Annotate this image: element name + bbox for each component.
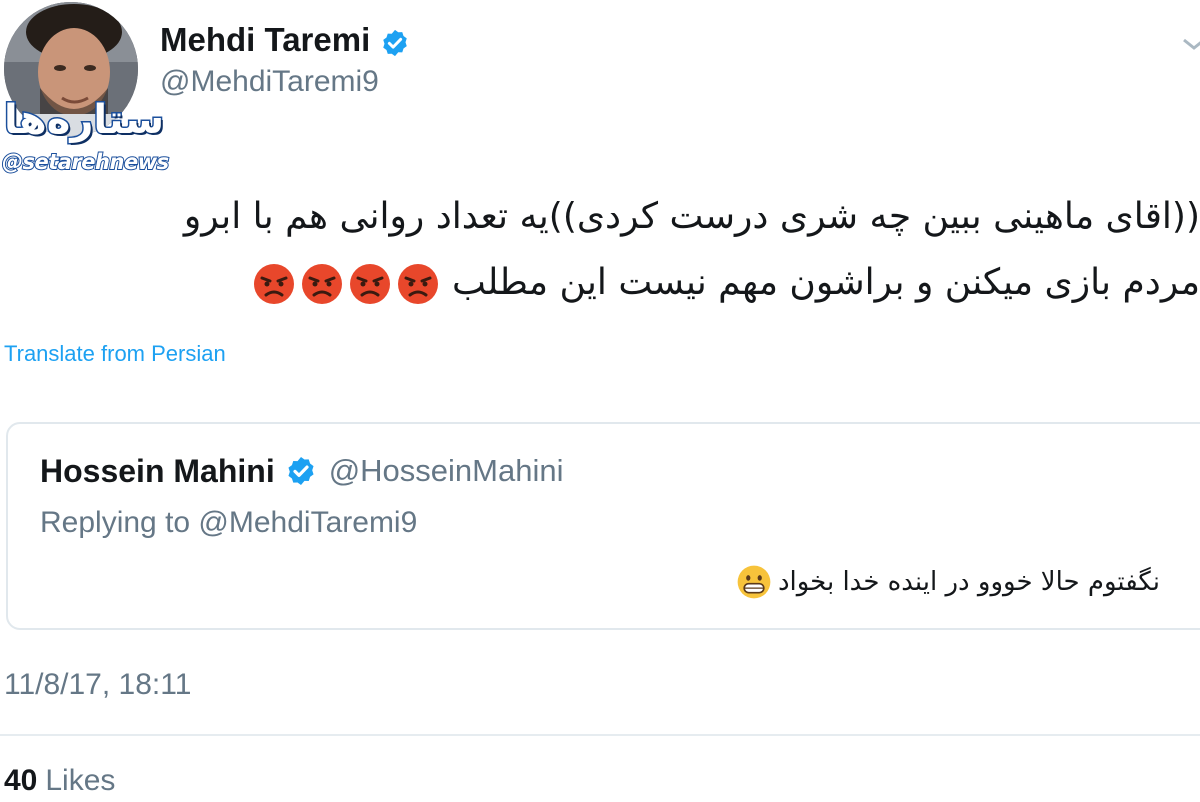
chevron-down-icon[interactable] <box>1176 28 1200 58</box>
pouting-face-icon <box>349 264 390 304</box>
author-handle[interactable]: @MehdiTaremi9 <box>160 62 379 102</box>
author-name-row[interactable]: Mehdi Taremi <box>160 18 410 62</box>
pouting-face-icon <box>301 264 342 304</box>
likes-label: Likes <box>45 764 116 797</box>
translate-link[interactable]: Translate from Persian <box>4 338 226 370</box>
pouting-face-icon <box>253 264 294 304</box>
watermark: ستاره‌ها @setarehnews <box>0 92 170 184</box>
tweet-text-line-2: مردم بازی میکنن و براشون مهم نیست این مط… <box>0 250 1200 316</box>
quoted-author-handle: @HosseinMahini <box>328 453 564 488</box>
quoted-tweet-card[interactable]: Hossein Mahini @HosseinMahini Replying t… <box>6 422 1200 630</box>
author-name[interactable]: Mehdi Taremi <box>160 18 370 62</box>
tweet-timestamp[interactable]: 11/8/17, 18:11 <box>4 664 191 706</box>
verified-badge-icon <box>285 455 317 487</box>
likes-count: 40 <box>4 764 38 797</box>
quoted-tweet-text: نگفتوم حالا خووو در اینده خدا بخواد <box>777 567 1160 597</box>
grinning-face-icon <box>737 565 771 599</box>
tweet-text-line: ((اقای ماهینی ببین چه شری درست کردی))یه … <box>183 196 1200 237</box>
divider <box>0 734 1200 736</box>
quoted-author-name: Hossein Mahini <box>40 453 275 489</box>
quoted-tweet-text-row: نگفتوم حالا خووو در اینده خدا بخواد <box>736 562 1160 602</box>
tweet-text-line: مردم بازی میکنن و براشون مهم نیست این مط… <box>451 262 1200 303</box>
likes-count-link[interactable]: 40 Likes <box>4 760 115 802</box>
quoted-author-row: Hossein Mahini @HosseinMahini <box>40 450 564 492</box>
watermark-logo: ستاره‌ها <box>2 96 165 145</box>
tweet-text: ((اقای ماهینی ببین چه شری درست کردی))یه … <box>0 184 1200 316</box>
watermark-handle: @setarehnews <box>1 149 170 175</box>
emoji-group <box>252 262 440 306</box>
verified-badge-icon <box>380 25 410 57</box>
replying-to-label: Replying to @MehdiTaremi9 <box>40 506 418 539</box>
pouting-face-icon <box>397 264 438 304</box>
